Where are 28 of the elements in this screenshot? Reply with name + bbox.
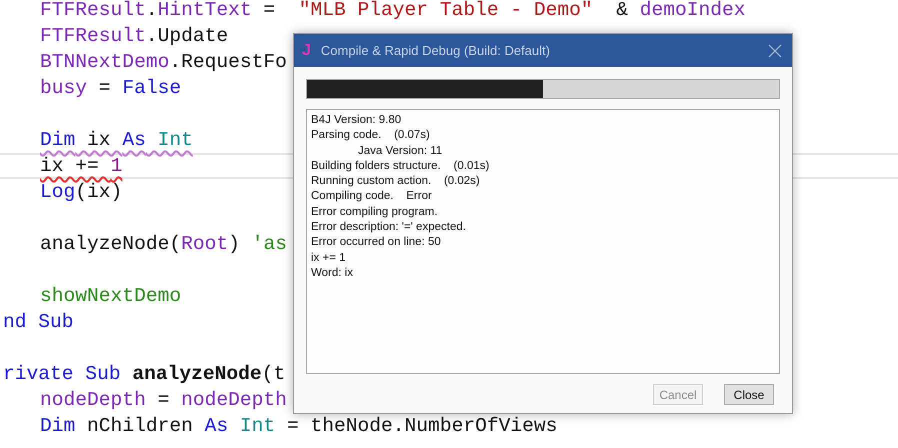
code-line: showNextDemo — [40, 284, 182, 309]
code-line: nodeDepth = nodeDepth — [40, 388, 287, 413]
log-line: Running custom action. (0.02s) — [311, 175, 480, 188]
close-button[interactable]: Close — [724, 384, 774, 405]
log-line: Building folders structure. (0.01s) — [311, 160, 490, 172]
code-line: ix += 1 — [40, 155, 122, 179]
log-line: Error description: '=' expected. — [311, 221, 466, 234]
log-line: Compiling code. Error — [311, 190, 432, 202]
log-line: Error occurred on line: 50 — [311, 236, 441, 248]
log-line: Word: ix — [311, 266, 353, 279]
code-line: busy = False — [40, 76, 182, 101]
code-line: analyzeNode(Root) 'as — [40, 232, 287, 257]
app-icon: J — [302, 42, 311, 60]
code-line: FTFResult.Update — [40, 24, 228, 49]
close-icon[interactable] — [768, 44, 782, 58]
code-line: Dim ix As Int — [40, 128, 193, 153]
log-line: Error compiling program. — [311, 206, 438, 218]
code-line: BTNNextDemo.RequestFo — [40, 50, 287, 75]
code-line: FTFResult.HintText = "MLB Player Table - Demo" & demoIndex — [40, 0, 746, 23]
log-line: Parsing code. (0.07s) — [311, 129, 430, 142]
log-line: Java Version: 11 — [358, 144, 442, 157]
code-line: Dim nChildren As Int = theNode.NumberOfViews — [40, 414, 558, 439]
window-title: Compile & Rapid Debug (Build: Default) — [320, 43, 551, 58]
code-line: Log(ix) — [40, 180, 122, 205]
code-line: rivate Sub analyzeNode(t — [3, 362, 286, 387]
log-line: ix += 1 — [311, 252, 346, 264]
code-line: nd Sub — [3, 310, 74, 335]
log-line: B4J Version: 9.80 — [311, 114, 402, 126]
